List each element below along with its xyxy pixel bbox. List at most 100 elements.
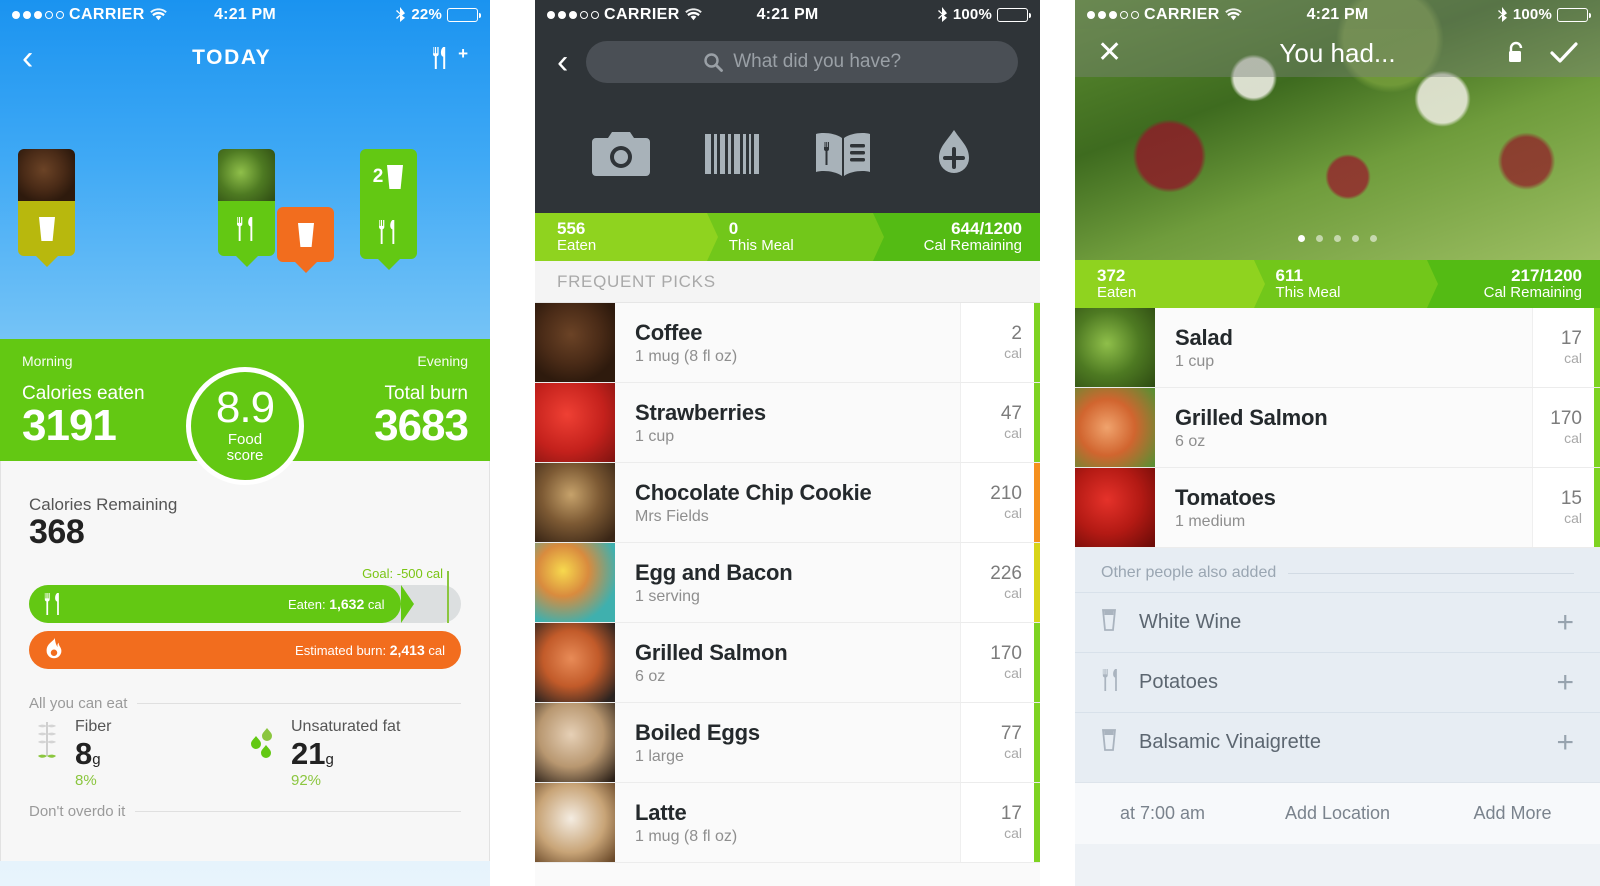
unlock-icon[interactable] xyxy=(1506,41,1526,65)
list-item[interactable]: Tomatoes 1 medium 15 cal xyxy=(1075,468,1600,548)
food-name: Latte xyxy=(635,799,687,825)
fork-knife-icon xyxy=(1101,668,1127,697)
food-text: Grilled Salmon 6 oz xyxy=(615,623,960,702)
food-serving: 1 medium xyxy=(1175,512,1246,530)
water-drop-plus-icon[interactable] xyxy=(923,128,985,180)
chevron-left-icon[interactable]: ‹ xyxy=(22,41,33,75)
calbar-this-meal: 611 This Meal xyxy=(1253,260,1439,308)
camera-icon[interactable] xyxy=(590,128,652,180)
food-thumbnail xyxy=(535,463,615,542)
list-item[interactable]: Boiled Eggs 1 large 77 cal xyxy=(535,703,1040,783)
timeline-marker-1[interactable] xyxy=(18,149,75,267)
food-name: Boiled Eggs xyxy=(635,719,760,745)
food-thumbnail xyxy=(1075,388,1155,467)
eaten-bar-text: Eaten: 1,632 cal xyxy=(288,596,385,612)
chevron-left-icon[interactable]: ‹ xyxy=(557,45,568,79)
panel-today: CARRIER 4:21 PM 22% ‹ TODAY + 2 Morning … xyxy=(0,0,490,886)
check-icon[interactable] xyxy=(1550,41,1578,65)
time-button[interactable]: at 7:00 am xyxy=(1075,803,1250,824)
list-item[interactable]: Salad 1 cup 17 cal xyxy=(1075,308,1600,388)
food-serving: 1 mug (8 fl oz) xyxy=(635,827,738,845)
eaten-progress-bar: Eaten: 1,632 cal xyxy=(29,585,414,623)
list-item[interactable]: Grilled Salmon 6 oz 170 cal xyxy=(535,623,1040,703)
fork-knife-icon xyxy=(44,593,59,615)
page-title: TODAY xyxy=(192,46,272,69)
food-name: Grilled Salmon xyxy=(635,639,788,665)
food-serving: Mrs Fields xyxy=(635,507,709,525)
food-calories: 210 cal xyxy=(960,463,1034,542)
battery-percent: 22% xyxy=(411,6,442,23)
search-input[interactable]: What did you have? xyxy=(586,41,1018,83)
suggestion-row[interactable]: Potatoes + xyxy=(1075,652,1600,712)
add-location-button[interactable]: Add Location xyxy=(1250,803,1425,824)
food-score-badge[interactable]: 8.9 Food score xyxy=(186,367,304,485)
fork-knife-plus-icon[interactable]: + xyxy=(430,45,468,71)
glass-icon xyxy=(1101,728,1127,757)
fork-knife-icon xyxy=(378,219,394,244)
bluetooth-icon xyxy=(1497,7,1508,22)
food-thumbnail xyxy=(535,383,615,462)
burn-progress-bar: Estimated burn: 2,413 cal xyxy=(29,631,461,669)
barcode-icon[interactable] xyxy=(701,128,763,180)
other-people-header: Other people also added xyxy=(1075,564,1600,592)
signal-dots-icon xyxy=(12,10,64,19)
nutrient-percent: 8% xyxy=(75,772,97,789)
calorie-bar-you-had: 372 Eaten 611 This Meal 217/1200 Cal Rem… xyxy=(1075,260,1600,308)
calories-eaten-value: 3191 xyxy=(22,401,117,450)
plus-icon[interactable]: + xyxy=(1556,607,1574,638)
food-score-label: Food score xyxy=(226,431,264,464)
list-item[interactable]: Strawberries 1 cup 47 cal xyxy=(535,383,1040,463)
wifi-icon xyxy=(149,8,167,21)
timeline-marker-4[interactable]: 2 xyxy=(360,149,417,270)
list-item[interactable]: Latte 1 mug (8 fl oz) 17 cal xyxy=(535,783,1040,863)
battery-icon xyxy=(447,7,481,22)
food-calories: 47 cal xyxy=(960,383,1034,462)
plus-icon[interactable]: + xyxy=(1556,667,1574,698)
food-text: Salad 1 cup xyxy=(1155,308,1532,387)
nutrient-fiber: Fiber 8g 8% xyxy=(29,718,245,789)
glass-icon xyxy=(297,222,314,247)
menu-book-icon[interactable] xyxy=(812,128,874,180)
marker-count: 2 xyxy=(372,165,384,187)
panel-gap-1 xyxy=(490,0,535,886)
carrier-label: CARRIER xyxy=(604,5,680,23)
food-calories: 15 cal xyxy=(1532,468,1594,547)
navbar-actions xyxy=(1506,41,1578,65)
list-item[interactable]: Coffee 1 mug (8 fl oz) 2 cal xyxy=(535,303,1040,383)
suggestion-row[interactable]: Balsamic Vinaigrette + xyxy=(1075,712,1600,772)
list-item[interactable]: Egg and Bacon 1 serving 226 cal xyxy=(535,543,1040,623)
carrier-label: CARRIER xyxy=(69,5,145,23)
food-thumbnail xyxy=(535,783,615,862)
food-score-value: 8.9 xyxy=(215,383,275,433)
calbar-this-meal: 0 This Meal xyxy=(706,213,884,261)
close-icon[interactable]: ✕ xyxy=(1097,38,1122,68)
burn-bar-text: Estimated burn: 2,413 cal xyxy=(295,642,445,658)
fork-knife-icon xyxy=(236,216,252,241)
add-more-button[interactable]: Add More xyxy=(1425,803,1600,824)
food-serving: 6 oz xyxy=(1175,432,1206,450)
food-calories: 170 cal xyxy=(960,623,1034,702)
timeline-marker-2[interactable] xyxy=(218,149,275,267)
photo-carousel-dots[interactable] xyxy=(1075,235,1600,242)
battery-icon xyxy=(997,7,1031,22)
calorie-bar-add-food: 556 Eaten 0 This Meal 644/1200 Cal Remai… xyxy=(535,213,1040,261)
food-thumbnail xyxy=(535,303,615,382)
food-health-flag xyxy=(1034,623,1040,702)
food-calories: 17 cal xyxy=(960,783,1034,862)
nutrient-percent: 92% xyxy=(291,772,322,789)
food-serving: 6 oz xyxy=(635,667,666,685)
suggestion-row[interactable]: White Wine + xyxy=(1075,592,1600,652)
timeline-marker-3[interactable] xyxy=(277,207,334,273)
food-name: Egg and Bacon xyxy=(635,559,793,585)
list-item[interactable]: Grilled Salmon 6 oz 170 cal xyxy=(1075,388,1600,468)
meal-hero-image[interactable]: CARRIER 4:21 PM 100% ✕ You had... xyxy=(1075,0,1600,260)
morning-label: Morning xyxy=(22,353,73,369)
food-calories: 170 cal xyxy=(1532,388,1594,467)
food-health-flag xyxy=(1034,783,1040,862)
list-item[interactable]: Chocolate Chip Cookie Mrs Fields 210 cal xyxy=(535,463,1040,543)
plus-icon[interactable]: + xyxy=(1556,727,1574,758)
signal-dots-icon xyxy=(547,10,599,19)
search-bar-row: ‹ What did you have? xyxy=(535,29,1040,95)
total-burn-value: 3683 xyxy=(374,401,469,450)
food-health-flag xyxy=(1034,383,1040,462)
